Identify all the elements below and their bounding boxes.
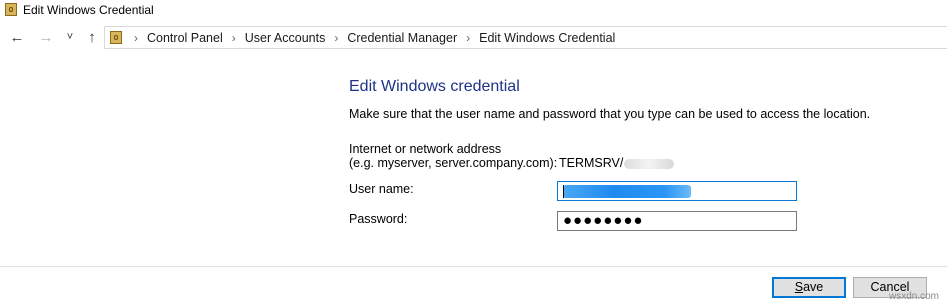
password-label: Password:: [349, 212, 408, 226]
control-panel-icon: [110, 31, 122, 44]
forward-arrow-icon[interactable]: →: [37, 28, 55, 48]
username-field[interactable]: [557, 181, 797, 201]
save-button-label: ave: [803, 280, 824, 294]
credential-manager-icon: [5, 3, 17, 16]
breadcrumb-user-accounts[interactable]: User Accounts: [245, 31, 326, 45]
back-arrow-icon[interactable]: ←: [8, 28, 26, 48]
breadcrumb-credential-manager[interactable]: Credential Manager: [347, 31, 457, 45]
address-bar[interactable]: › Control Panel › User Accounts › Creden…: [104, 26, 947, 49]
network-address-text: TERMSRV/: [559, 156, 624, 170]
title-bar: Edit Windows Credential: [0, 0, 947, 22]
window-title: Edit Windows Credential: [23, 3, 154, 17]
breadcrumb: › Control Panel › User Accounts › Creden…: [127, 27, 615, 48]
redacted-address: [624, 158, 675, 169]
save-button[interactable]: Save: [772, 277, 846, 298]
address-label-line2: (e.g. myserver, server.company.com):: [349, 156, 558, 170]
footer-divider: [0, 266, 947, 267]
navigation-bar: ← → ˅ ↑ › Control Panel › User Accounts …: [0, 26, 947, 50]
recent-locations-chevron-icon[interactable]: ˅: [61, 27, 79, 47]
text-cursor: [563, 185, 564, 198]
page-title: Edit Windows credential: [349, 78, 520, 95]
up-arrow-icon[interactable]: ↑: [83, 28, 101, 48]
form-description: Make sure that the user name and passwor…: [349, 107, 871, 121]
redacted-username: [563, 185, 691, 198]
watermark: wsxdn.com: [888, 291, 939, 302]
network-address-value: TERMSRV/: [559, 156, 675, 170]
breadcrumb-separator-icon[interactable]: ›: [134, 31, 138, 45]
breadcrumb-separator-icon[interactable]: ›: [232, 31, 236, 45]
save-button-accesskey: S: [794, 280, 804, 294]
breadcrumb-edit-windows-credential[interactable]: Edit Windows Credential: [479, 31, 615, 45]
username-label: User name:: [349, 182, 414, 196]
password-mask: ●●●●●●●●: [563, 212, 644, 229]
breadcrumb-control-panel[interactable]: Control Panel: [147, 31, 223, 45]
breadcrumb-separator-icon[interactable]: ›: [466, 31, 470, 45]
breadcrumb-separator-icon[interactable]: ›: [334, 31, 338, 45]
address-label-line1: Internet or network address: [349, 142, 502, 156]
password-field[interactable]: ●●●●●●●●: [557, 211, 797, 231]
